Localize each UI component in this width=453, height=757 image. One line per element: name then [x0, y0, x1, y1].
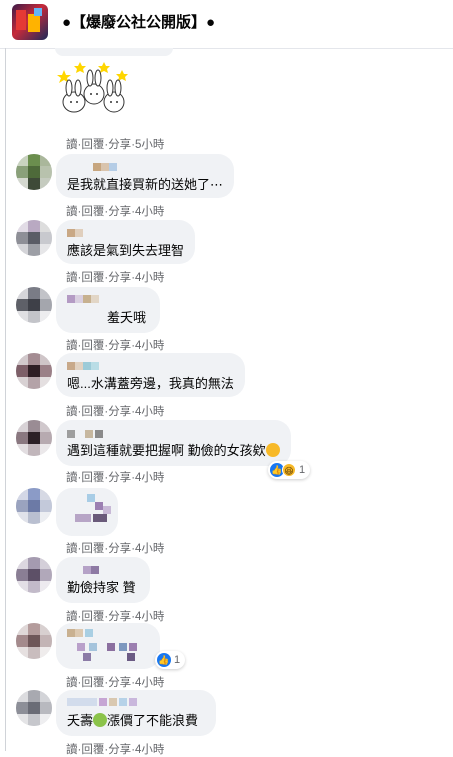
comment-actions: 讀 · 回覆 · 分享 · 4小時	[66, 269, 164, 285]
timestamp[interactable]: 4小時	[135, 269, 164, 285]
group-title[interactable]: ●【爆廢公社公開版】●	[62, 11, 215, 32]
author-name[interactable]	[67, 160, 223, 174]
comment-actions: 讀 · 回覆 · 分享 · 4小時	[66, 608, 164, 624]
comment-text: 遇到這種就要把握啊 勤儉的女孩欸	[67, 442, 280, 459]
avatar[interactable]	[16, 557, 52, 593]
timestamp[interactable]: 4小時	[135, 203, 164, 219]
author-name[interactable]	[67, 226, 184, 240]
author-name[interactable]	[67, 629, 149, 663]
comment-actions: 讀 · 回覆 · 分享 · 4小時	[66, 337, 164, 353]
comment-actions: 讀 · 回覆 · 分享 · 4小時	[66, 540, 164, 556]
rabbit-sticker	[57, 62, 128, 113]
comment-text: 嗯...水溝蓋旁邊，我真的無法	[67, 376, 234, 391]
timestamp[interactable]: 4小時	[135, 674, 164, 690]
comment-actions: 讀 · 回覆 · 分享 · 4小時	[66, 403, 164, 419]
reply-link[interactable]: 回覆	[81, 269, 104, 285]
author-name[interactable]	[67, 359, 234, 373]
read-link[interactable]: 讀	[66, 741, 78, 757]
author-name[interactable]	[67, 563, 139, 577]
sick-emoji-icon	[93, 713, 108, 727]
read-link[interactable]: 讀	[66, 403, 78, 419]
group-header: ●【爆廢公社公開版】●	[0, 0, 453, 49]
author-name[interactable]	[67, 494, 111, 530]
timestamp[interactable]: 5小時	[135, 136, 164, 152]
reply-link[interactable]: 回覆	[81, 469, 104, 485]
timestamp[interactable]: 4小時	[135, 469, 164, 485]
comment-bubble: 羞夭哦	[56, 287, 160, 333]
share-link[interactable]: 分享	[108, 203, 131, 219]
comment-bubble: 是我就直接買新的送她了⋯	[56, 154, 235, 198]
laughing-emoji-icon	[265, 443, 280, 457]
timestamp[interactable]: 4小時	[135, 403, 164, 419]
reaction-summary[interactable]: 👍 😆 1	[268, 461, 311, 479]
share-link[interactable]: 分享	[108, 337, 131, 353]
reply-link[interactable]: 回覆	[81, 608, 104, 624]
comment-bubble: 應該是氣到失去理智	[56, 220, 196, 264]
read-link[interactable]: 讀	[66, 203, 78, 219]
comment-text: 夭壽 漲價了不能浪費	[67, 713, 199, 728]
read-link[interactable]: 讀	[66, 469, 78, 485]
share-link[interactable]: 分享	[108, 674, 131, 690]
comment-actions: 讀 · 回覆 · 分享 · 4小時	[66, 203, 164, 219]
share-link[interactable]: 分享	[108, 269, 131, 285]
avatar[interactable]	[16, 353, 52, 389]
share-link[interactable]: 分享	[108, 136, 131, 152]
read-link[interactable]: 讀	[66, 608, 78, 624]
comment-actions: 讀 · 回覆 · 分享 · 5小時	[66, 136, 164, 152]
previous-comment-bubble	[55, 48, 173, 56]
reply-link[interactable]: 回覆	[81, 674, 104, 690]
reply-link[interactable]: 回覆	[81, 337, 104, 353]
avatar[interactable]	[16, 287, 52, 323]
author-name[interactable]	[67, 293, 149, 307]
group-avatar[interactable]	[12, 4, 48, 40]
read-link[interactable]: 讀	[66, 674, 78, 690]
comment-actions: 讀 · 回覆 · 分享 · 4小時	[66, 741, 164, 757]
share-link[interactable]: 分享	[108, 403, 131, 419]
avatar[interactable]	[16, 220, 52, 256]
comment-text: 是我就直接買新的送她了⋯	[67, 177, 224, 192]
comment-bubble: 遇到這種就要把握啊 勤儉的女孩欸	[56, 420, 291, 466]
author-name[interactable]	[67, 696, 205, 710]
comment-text: 應該是氣到失去理智	[67, 243, 185, 258]
reply-link[interactable]: 回覆	[81, 540, 104, 556]
comment-bubble: 嗯...水溝蓋旁邊，我真的無法	[56, 353, 245, 397]
reply-link[interactable]: 回覆	[81, 136, 104, 152]
share-link[interactable]: 分享	[108, 540, 131, 556]
read-link[interactable]: 讀	[66, 136, 78, 152]
like-icon: 👍	[157, 653, 171, 667]
comment-bubble	[56, 488, 118, 536]
haha-icon: 😆	[282, 463, 296, 477]
avatar[interactable]	[16, 690, 52, 726]
timestamp[interactable]: 4小時	[135, 337, 164, 353]
reply-link[interactable]: 回覆	[81, 203, 104, 219]
thread-line	[5, 48, 6, 751]
timestamp[interactable]: 4小時	[135, 741, 164, 757]
reaction-summary[interactable]: 👍 1	[155, 651, 186, 669]
avatar[interactable]	[16, 623, 52, 659]
reply-link[interactable]: 回覆	[81, 741, 104, 757]
timestamp[interactable]: 4小時	[135, 540, 164, 556]
author-name[interactable]	[67, 426, 280, 440]
share-link[interactable]: 分享	[108, 741, 131, 757]
read-link[interactable]: 讀	[66, 269, 78, 285]
avatar[interactable]	[16, 420, 52, 456]
share-link[interactable]: 分享	[108, 608, 131, 624]
comment-actions: 讀 · 回覆 · 分享 · 4小時	[66, 469, 164, 485]
reply-link[interactable]: 回覆	[81, 403, 104, 419]
share-link[interactable]: 分享	[108, 469, 131, 485]
comment-text: 羞夭哦	[107, 310, 147, 325]
comment-bubble	[56, 623, 160, 669]
comment-text: 勤儉持家 贊	[67, 580, 136, 595]
read-link[interactable]: 讀	[66, 337, 78, 353]
read-link[interactable]: 讀	[66, 540, 78, 556]
comment-actions: 讀 · 回覆 · 分享 · 4小時	[66, 674, 164, 690]
avatar[interactable]	[16, 488, 52, 524]
timestamp[interactable]: 4小時	[135, 608, 164, 624]
comment-bubble: 勤儉持家 贊	[56, 557, 150, 603]
comment-bubble: 夭壽 漲價了不能浪費	[56, 690, 216, 736]
avatar[interactable]	[16, 154, 52, 190]
